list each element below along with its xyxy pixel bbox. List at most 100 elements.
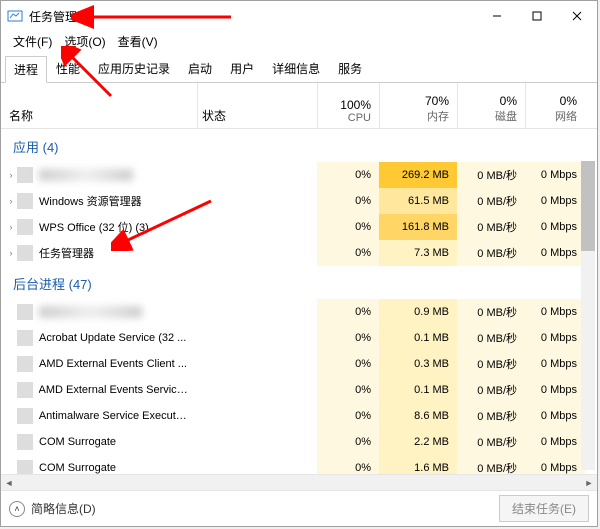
cell-disk: 0 MB/秒 [457, 240, 525, 266]
chevron-right-icon[interactable]: › [5, 170, 17, 180]
table-row[interactable]: Antimalware Service Executa...0%8.6 MB0 … [1, 403, 597, 429]
horizontal-scrollbar[interactable]: ◄ ► [1, 474, 597, 490]
chevron-right-icon[interactable]: › [5, 222, 17, 232]
tab-0[interactable]: 进程 [5, 56, 47, 83]
cell-status [197, 162, 317, 188]
cell-memory: 0.3 MB [379, 351, 457, 377]
process-icon [17, 408, 33, 424]
cell-memory: 0.1 MB [379, 325, 457, 351]
col-name[interactable]: 名称 [1, 83, 197, 128]
cell-cpu: 0% [317, 240, 379, 266]
cell-memory: 269.2 MB [379, 162, 457, 188]
process-icon [17, 193, 33, 209]
cell-status [197, 429, 317, 455]
process-name: Acrobat Update Service (32 ... [39, 332, 186, 344]
menu-file[interactable]: 文件(F) [9, 31, 56, 51]
cell-disk: 0 MB/秒 [457, 162, 525, 188]
cell-cpu: 0% [317, 299, 379, 325]
process-name: ████████████ .. [39, 306, 142, 318]
col-memory[interactable]: 70%内存 [379, 83, 457, 128]
cell-cpu: 0% [317, 455, 379, 474]
menubar: 文件(F) 选项(O) 查看(V) [1, 31, 597, 51]
process-icon [17, 356, 33, 372]
cell-memory: 7.3 MB [379, 240, 457, 266]
process-name: AMD External Events Service ... [39, 384, 189, 396]
process-icon [17, 219, 33, 235]
cell-cpu: 0% [317, 162, 379, 188]
col-disk[interactable]: 0%磁盘 [457, 83, 525, 128]
cell-network: 0 Mbps [525, 162, 585, 188]
cell-disk: 0 MB/秒 [457, 429, 525, 455]
cell-status [197, 403, 317, 429]
cell-disk: 0 MB/秒 [457, 377, 525, 403]
vertical-scrollbar[interactable] [581, 161, 595, 470]
process-name: Windows 资源管理器 [39, 193, 142, 209]
cell-cpu: 0% [317, 325, 379, 351]
cell-cpu: 0% [317, 403, 379, 429]
process-list: 应用 (4)›████████████0%269.2 MB0 MB/秒0 Mbp… [1, 129, 597, 474]
cell-network: 0 Mbps [525, 351, 585, 377]
table-row[interactable]: ›任务管理器0%7.3 MB0 MB/秒0 Mbps [1, 240, 597, 266]
close-button[interactable] [557, 1, 597, 31]
menu-view[interactable]: 查看(V) [114, 31, 162, 51]
cell-status [197, 299, 317, 325]
chevron-right-icon[interactable]: › [5, 196, 17, 206]
cell-status [197, 188, 317, 214]
group-header-bg: 后台进程 (47) [1, 266, 597, 299]
cell-network: 0 Mbps [525, 377, 585, 403]
col-cpu[interactable]: 100%CPU [317, 83, 379, 128]
cell-cpu: 0% [317, 429, 379, 455]
tab-1[interactable]: 性能 [47, 55, 89, 82]
cell-disk: 0 MB/秒 [457, 455, 525, 474]
app-icon [7, 8, 23, 24]
cell-memory: 61.5 MB [379, 188, 457, 214]
menu-options[interactable]: 选项(O) [60, 31, 109, 51]
maximize-button[interactable] [517, 1, 557, 31]
table-row[interactable]: ›Windows 资源管理器0%61.5 MB0 MB/秒0 Mbps [1, 188, 597, 214]
table-row[interactable]: ›WPS Office (32 位) (3)0%161.8 MB0 MB/秒0 … [1, 214, 597, 240]
process-icon [17, 245, 33, 261]
brief-info-toggle[interactable]: ˄ 简略信息(D) [9, 500, 96, 517]
tab-2[interactable]: 应用历史记录 [89, 55, 179, 82]
table-row[interactable]: AMD External Events Client ...0%0.3 MB0 … [1, 351, 597, 377]
table-row[interactable]: ████████████ ..0%0.9 MB0 MB/秒0 Mbps [1, 299, 597, 325]
tab-4[interactable]: 用户 [221, 55, 263, 82]
cell-memory: 0.9 MB [379, 299, 457, 325]
cell-status [197, 240, 317, 266]
scroll-left-icon[interactable]: ◄ [1, 478, 17, 488]
titlebar[interactable]: 任务管理器 [1, 1, 597, 31]
cell-memory: 2.2 MB [379, 429, 457, 455]
cell-network: 0 Mbps [525, 214, 585, 240]
chevron-up-icon: ˄ [9, 501, 25, 517]
table-row[interactable]: ›████████████0%269.2 MB0 MB/秒0 Mbps [1, 162, 597, 188]
tab-6[interactable]: 服务 [329, 55, 371, 82]
minimize-button[interactable] [477, 1, 517, 31]
process-icon [17, 460, 33, 474]
cell-network: 0 Mbps [525, 240, 585, 266]
table-header: 名称 状态 100%CPU 70%内存 0%磁盘 0%网络 [1, 83, 597, 129]
tab-3[interactable]: 启动 [179, 55, 221, 82]
cell-network: 0 Mbps [525, 325, 585, 351]
cell-cpu: 0% [317, 188, 379, 214]
process-name: COM Surrogate [39, 462, 116, 474]
tab-5[interactable]: 详细信息 [263, 55, 329, 82]
col-network[interactable]: 0%网络 [525, 83, 585, 128]
table-row[interactable]: Acrobat Update Service (32 ... 0%0.1 MB 0 … [1, 325, 597, 351]
scroll-right-icon[interactable]: ► [581, 478, 597, 488]
cell-cpu: 0% [317, 377, 379, 403]
cell-status [197, 214, 317, 240]
col-status[interactable]: 状态 [197, 83, 317, 128]
end-task-button[interactable]: 结束任务(E) [499, 495, 589, 522]
table-row[interactable]: AMD External Events Service ...0%0.1 MB0… [1, 377, 597, 403]
chevron-right-icon[interactable]: › [5, 248, 17, 258]
task-manager-window: 任务管理器 文件(F) 选项(O) 查看(V) 进程性能应用历史记录启动用户详细… [0, 0, 598, 527]
cell-network: 0 Mbps [525, 188, 585, 214]
scrollbar-thumb[interactable] [581, 161, 595, 251]
cell-disk: 0 MB/秒 [457, 214, 525, 240]
table-row[interactable]: COM Surrogate0%1.6 MB0 MB/秒0 Mbps [1, 455, 597, 474]
table-row[interactable]: COM Surrogate0%2.2 MB0 MB/秒0 Mbps [1, 429, 597, 455]
group-header-apps: 应用 (4) [1, 129, 597, 162]
process-icon [17, 434, 33, 450]
cell-status [197, 377, 317, 403]
process-icon [17, 330, 33, 346]
